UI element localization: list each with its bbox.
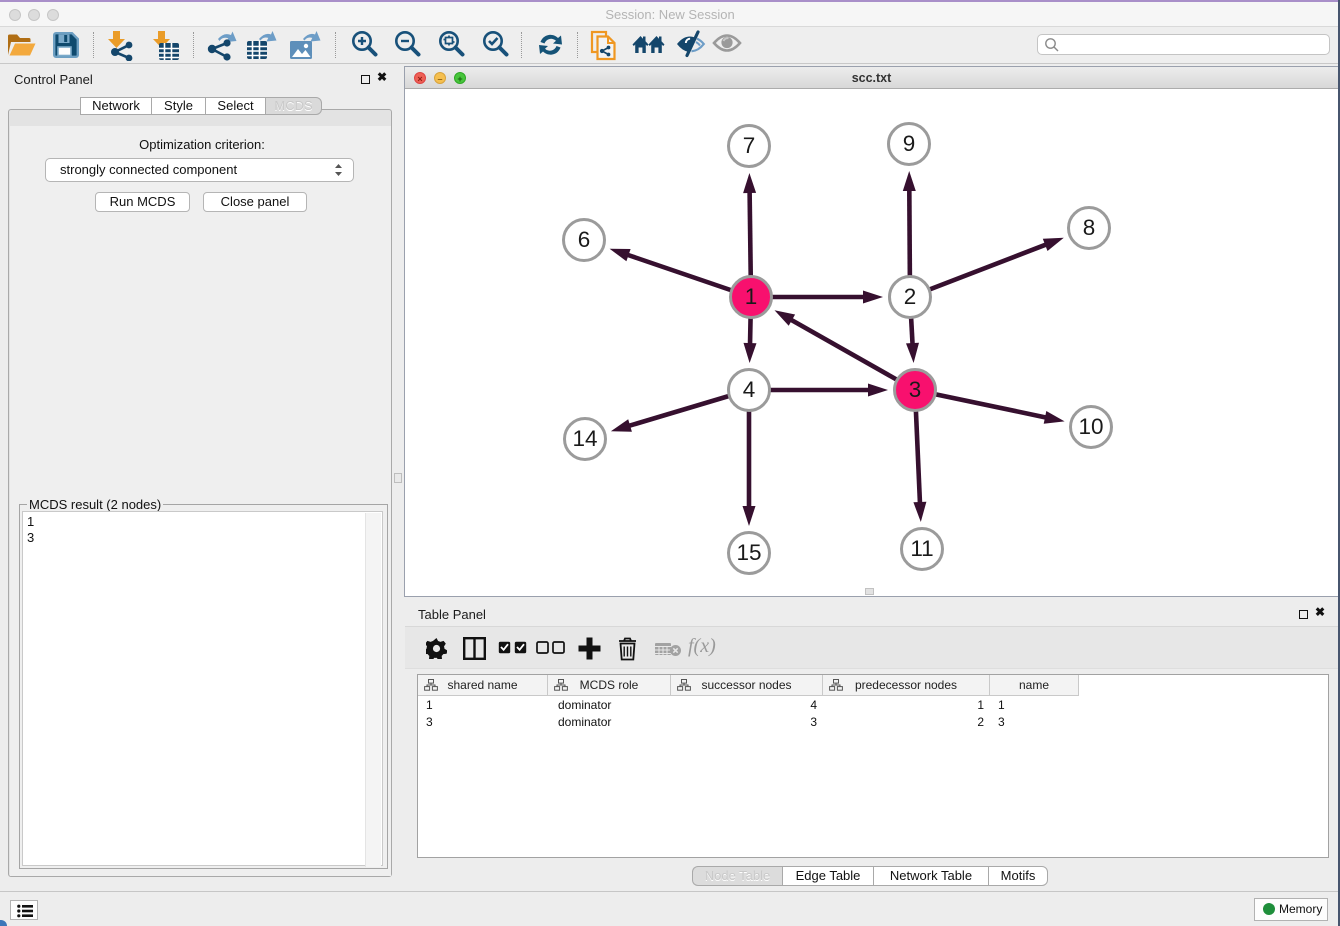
svg-text:7: 7 bbox=[743, 133, 756, 158]
svg-text:15: 15 bbox=[736, 540, 761, 565]
svg-text:10: 10 bbox=[1078, 414, 1103, 439]
svg-text:4: 4 bbox=[743, 377, 756, 402]
svg-text:6: 6 bbox=[578, 227, 591, 252]
svg-text:1: 1 bbox=[745, 284, 758, 309]
svg-text:9: 9 bbox=[903, 131, 916, 156]
svg-text:3: 3 bbox=[909, 377, 922, 402]
svg-text:11: 11 bbox=[910, 536, 933, 561]
svg-text:8: 8 bbox=[1083, 215, 1096, 240]
svg-text:14: 14 bbox=[572, 426, 597, 451]
svg-text:2: 2 bbox=[904, 284, 917, 309]
